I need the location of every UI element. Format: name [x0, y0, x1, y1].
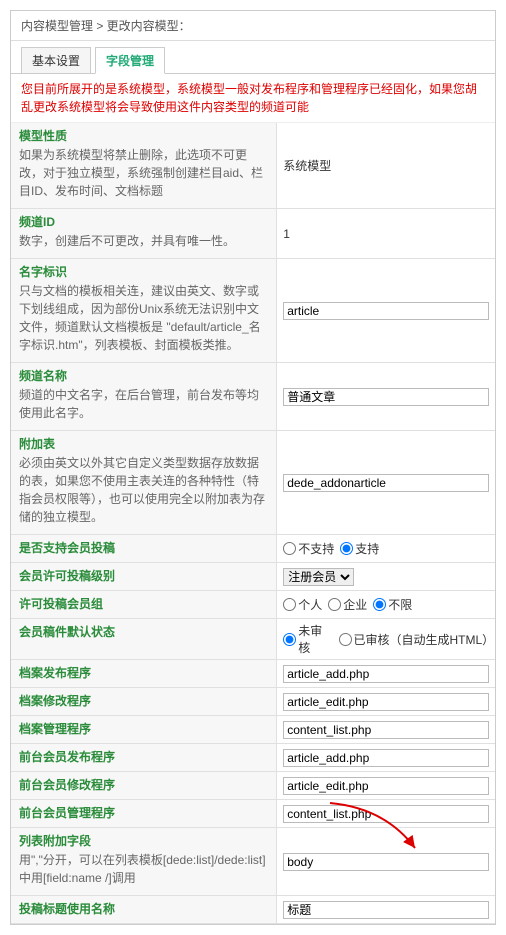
pub-input[interactable] [283, 665, 489, 683]
chname-input[interactable] [283, 388, 489, 406]
label-status: 会员稿件默认状态 [11, 619, 277, 659]
label-name: 名字标识只与文档的模板相关连，建议由英文、数字或下划线组成，因为部份Unix系统… [11, 259, 277, 362]
label-chname: 频道名称频道的中文名字，在后台管理，前台发布等均使用此名字。 [11, 363, 277, 430]
warning-text: 您目前所展开的是系统模型，系统模型一般对发布程序和管理程序已经固化，如果您胡乱更… [11, 74, 495, 123]
radio-personal[interactable]: 个人 [283, 596, 322, 613]
value-type: 系统模型 [277, 123, 495, 208]
label-fpub: 前台会员发布程序 [11, 744, 277, 771]
radio-support[interactable]: 支持 [340, 540, 379, 557]
fpub-input[interactable] [283, 749, 489, 767]
label-member: 是否支持会员投稿 [11, 535, 277, 562]
breadcrumb: 内容模型管理 > 更改内容模型： [11, 11, 495, 41]
label-mng: 档案管理程序 [11, 716, 277, 743]
label-edit: 档案修改程序 [11, 688, 277, 715]
label-pub: 档案发布程序 [11, 660, 277, 687]
label-lstfld: 列表附加字段用","分开，可以在列表模板[dede:list]/dede:lis… [11, 828, 277, 895]
radio-unreview[interactable]: 未审核 [283, 622, 332, 656]
arrow-icon [325, 798, 425, 858]
radio-company[interactable]: 企业 [328, 596, 367, 613]
label-tplname: 投稿标题使用名称 [11, 896, 277, 923]
addon-input[interactable] [283, 474, 489, 492]
label-type: 模型性质如果为系统模型将禁止删除，此选项不可更改，对于独立模型，系统强制创建栏目… [11, 123, 277, 208]
label-fedit: 前台会员修改程序 [11, 772, 277, 799]
label-addon: 附加表必须由英文以外其它自定义类型数据存放数据的表，如果您不使用主表关连的各种特… [11, 431, 277, 534]
edit-input[interactable] [283, 693, 489, 711]
label-memlv: 会员许可投稿级别 [11, 563, 277, 590]
radio-reviewed[interactable]: 已审核（自动生成HTML） [339, 631, 490, 648]
tab-fields[interactable]: 字段管理 [95, 47, 165, 74]
memlv-select[interactable]: 注册会员 [283, 568, 354, 586]
value-cid: 1 [277, 209, 495, 258]
fedit-input[interactable] [283, 777, 489, 795]
name-input[interactable] [283, 302, 489, 320]
radio-unlimited[interactable]: 不限 [373, 596, 412, 613]
label-memgrp: 许可投稿会员组 [11, 591, 277, 618]
mng-input[interactable] [283, 721, 489, 739]
tplname-input[interactable] [283, 901, 489, 919]
radio-nosupport[interactable]: 不支持 [283, 540, 334, 557]
tabs: 基本设置 字段管理 [11, 41, 495, 74]
tab-basic[interactable]: 基本设置 [21, 47, 91, 73]
label-fmng: 前台会员管理程序 [11, 800, 277, 827]
label-cid: 频道ID数字，创建后不可更改，并具有唯一性。 [11, 209, 277, 258]
